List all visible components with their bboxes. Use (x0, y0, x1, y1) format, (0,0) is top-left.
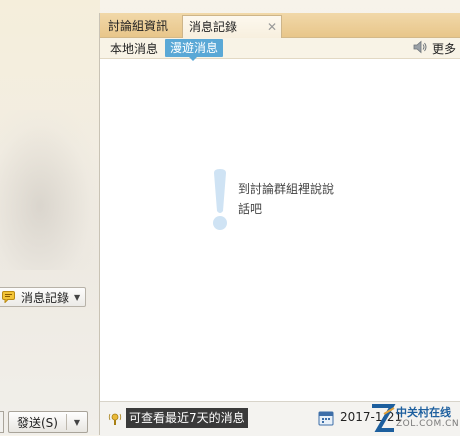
watermark-subtitle: ZOL.COM.CN (396, 419, 460, 429)
chat-bubble-icon (2, 291, 16, 304)
message-history-button[interactable]: 消息記錄 ▼ (0, 287, 86, 307)
empty-state-message: 到討論群組裡說說話吧 (238, 182, 335, 216)
message-source-bar: 本地消息 漫遊消息 更多 (100, 38, 460, 61)
close-icon[interactable]: ✕ (267, 16, 277, 38)
send-options-chevron-icon[interactable]: ▼ (67, 418, 87, 427)
background-haze (0, 110, 100, 270)
notice-text: 可查看最近7天的消息 (126, 408, 248, 428)
watermark-title: 中关村在线 (396, 406, 451, 419)
tab-label: 討論組資訊 (108, 19, 169, 33)
tab-discussion-group-info[interactable]: 討論組資訊 (102, 15, 182, 37)
message-records-panel: 討論組資訊 消息記錄 ✕ 本地消息 漫遊消息 更多 到討論群組裡說說話吧 可查看… (99, 13, 460, 436)
subtab-local-messages[interactable]: 本地消息 (110, 40, 158, 57)
send-label: 發送(S) (17, 415, 58, 430)
exclamation-icon (212, 169, 228, 231)
speaker-icon (413, 40, 429, 57)
message-history-label: 消息記錄 (21, 290, 70, 305)
subtab-roaming-messages[interactable]: 漫遊消息 (165, 39, 224, 61)
send-button[interactable]: 發送(S) ▼ (8, 411, 88, 433)
chevron-down-icon[interactable]: ▼ (74, 293, 80, 302)
tab-label: 消息記錄 (189, 20, 238, 34)
info-icon (108, 412, 122, 426)
tab-bar: 討論組資訊 消息記錄 ✕ (100, 13, 460, 38)
tab-message-records[interactable]: 消息記錄 ✕ (182, 15, 282, 38)
more-button[interactable]: 更多 (413, 40, 456, 57)
more-label: 更多 (431, 42, 456, 56)
watermark-logo: 中关村在线 ZOL.COM.CN (370, 402, 460, 436)
bottom-status-bar: 可查看最近7天的消息 2017-1-21 中关村在线 ZOL.COM.CN (100, 401, 460, 436)
chat-window-background (0, 0, 100, 435)
calendar-icon[interactable] (318, 410, 334, 426)
left-partial-button[interactable] (0, 411, 4, 433)
